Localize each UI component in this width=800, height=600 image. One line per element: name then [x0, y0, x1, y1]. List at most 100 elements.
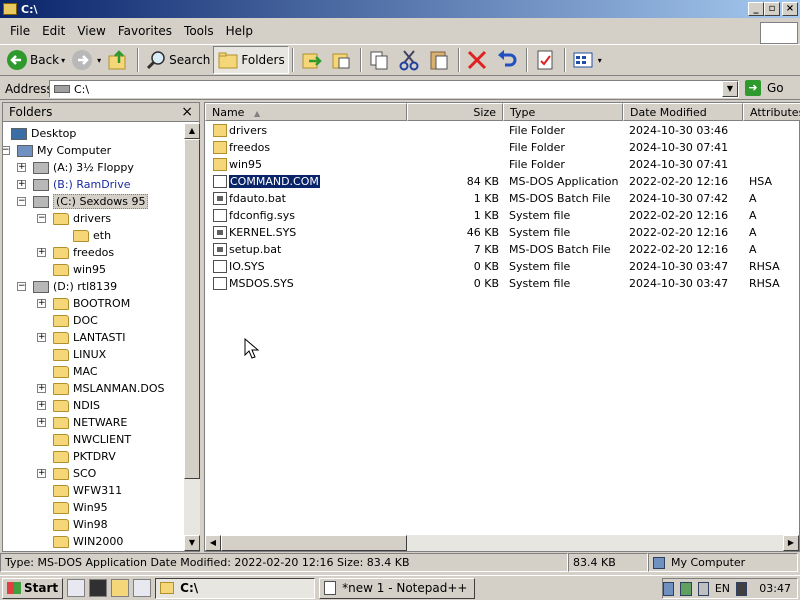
- chevron-down-icon[interactable]: ▾: [97, 56, 101, 65]
- file-row[interactable]: COMMAND.COM 84 KB MS-DOS Application 2022-0…: [207, 173, 800, 190]
- scroll-right-button[interactable]: ▶: [783, 535, 799, 551]
- tree-item[interactable]: WIN2000: [53, 533, 123, 550]
- language-indicator[interactable]: EN: [715, 582, 730, 595]
- task-notepad[interactable]: *new 1 - Notepad++: [319, 577, 476, 599]
- column-header-type[interactable]: Type: [503, 103, 623, 121]
- move-to-button[interactable]: [297, 46, 327, 74]
- paste-button[interactable]: [425, 46, 455, 74]
- undo-button[interactable]: [493, 46, 523, 74]
- tray-app-icon[interactable]: [736, 581, 748, 596]
- tree-item[interactable]: (A:) 3½ Floppy: [33, 159, 134, 176]
- column-header-size[interactable]: Size: [407, 103, 503, 121]
- menu-favorites[interactable]: Favorites: [112, 24, 178, 38]
- tree-item[interactable]: Win95: [53, 499, 108, 516]
- scroll-thumb[interactable]: [221, 535, 407, 551]
- file-row[interactable]: setup.bat 7 KB MS-DOS Batch File 2022-02-20…: [207, 241, 800, 258]
- task-explorer[interactable]: C:\: [155, 577, 316, 599]
- menu-view[interactable]: View: [71, 24, 111, 38]
- menu-tools[interactable]: Tools: [178, 24, 220, 38]
- start-button[interactable]: Start: [2, 577, 64, 599]
- chevron-down-icon[interactable]: ▾: [61, 56, 65, 65]
- expand-button[interactable]: +: [37, 469, 46, 478]
- address-dropdown-button[interactable]: ▼: [722, 81, 738, 97]
- tree-item[interactable]: DOC: [53, 312, 98, 329]
- properties-button[interactable]: [531, 46, 561, 74]
- expand-button[interactable]: +: [37, 384, 46, 393]
- expand-button[interactable]: +: [37, 248, 46, 257]
- expand-button[interactable]: +: [17, 163, 26, 172]
- delete-button[interactable]: [463, 46, 493, 74]
- tree-item[interactable]: NETWARE: [53, 414, 127, 431]
- close-button[interactable]: ×: [782, 2, 798, 16]
- tree-item[interactable]: win95: [53, 261, 106, 278]
- tree-item[interactable]: PKTDRV: [53, 448, 116, 465]
- forward-button[interactable]: ▾: [68, 46, 104, 74]
- tree-item[interactable]: Desktop: [11, 125, 76, 142]
- file-row[interactable]: IO.SYS 0 KB System file 2024-10-30 03:47 RHS…: [207, 258, 800, 275]
- collapse-button[interactable]: −: [3, 146, 10, 155]
- copy-button[interactable]: [365, 46, 395, 74]
- file-row[interactable]: MSDOS.SYS 0 KB System file 2024-10-30 03:47…: [207, 275, 800, 292]
- minimize-button[interactable]: _: [748, 2, 764, 16]
- file-row[interactable]: fdconfig.sys 1 KB System file 2022-02-20 12…: [207, 207, 800, 224]
- tree-item[interactable]: MSLANMAN.DOS: [53, 380, 164, 397]
- column-header-name[interactable]: Name ▲: [205, 103, 407, 121]
- expand-button[interactable]: +: [37, 418, 46, 427]
- file-row[interactable]: fdauto.bat 1 KB MS-DOS Batch File 2024-10-3…: [207, 190, 800, 207]
- tree-item[interactable]: drivers: [53, 210, 111, 227]
- menu-help[interactable]: Help: [220, 24, 259, 38]
- file-row[interactable]: drivers File Folder 2024-10-30 03:46: [207, 122, 800, 139]
- tree-item[interactable]: SCO: [53, 465, 96, 482]
- collapse-button[interactable]: −: [37, 214, 46, 223]
- go-button[interactable]: ➜ Go: [745, 80, 784, 96]
- tree-item[interactable]: NDIS: [53, 397, 100, 414]
- views-button[interactable]: ▾: [569, 46, 605, 74]
- tree-item[interactable]: WFW311: [53, 482, 122, 499]
- drive-icon[interactable]: [697, 581, 709, 596]
- scroll-left-button[interactable]: ◀: [205, 535, 221, 551]
- file-row[interactable]: win95 File Folder 2024-10-30 07:41: [207, 156, 800, 173]
- tree-item[interactable]: (C:) Sexdows 95: [33, 193, 149, 210]
- folders-scrollbar[interactable]: ▲ ▼: [184, 123, 200, 551]
- up-folder-button[interactable]: [104, 46, 134, 74]
- chevron-down-icon[interactable]: ▾: [598, 56, 602, 65]
- tree-item[interactable]: (B:) RamDrive: [33, 176, 131, 193]
- close-icon[interactable]: ×: [181, 104, 193, 120]
- browser-icon[interactable]: [67, 579, 86, 597]
- expand-button[interactable]: +: [37, 299, 46, 308]
- tree-item[interactable]: (D:) rtl8139: [33, 278, 117, 295]
- restore-button[interactable]: ▫: [764, 2, 780, 16]
- tree-item[interactable]: NWCLIENT: [53, 431, 131, 448]
- address-input[interactable]: C:\ ▼: [49, 80, 739, 98]
- copy-to-button[interactable]: [327, 46, 357, 74]
- expand-button[interactable]: +: [17, 180, 26, 189]
- tray-tool-icon[interactable]: [680, 581, 692, 596]
- menu-file[interactable]: File: [4, 24, 36, 38]
- tree-item[interactable]: My Computer: [17, 142, 111, 159]
- column-header-attributes[interactable]: Attributes: [743, 103, 800, 121]
- collapse-button[interactable]: −: [17, 282, 26, 291]
- desktop-icon[interactable]: [133, 579, 152, 597]
- search-button[interactable]: Search: [142, 46, 213, 74]
- scroll-thumb[interactable]: [184, 139, 200, 479]
- network-icon[interactable]: [662, 581, 675, 596]
- scroll-up-button[interactable]: ▲: [184, 123, 200, 139]
- file-row[interactable]: freedos File Folder 2024-10-30 07:41: [207, 139, 800, 156]
- tree-item[interactable]: LINUX: [53, 346, 106, 363]
- expand-button[interactable]: +: [37, 401, 46, 410]
- scroll-down-button[interactable]: ▼: [184, 535, 200, 551]
- menu-edit[interactable]: Edit: [36, 24, 71, 38]
- file-row[interactable]: KERNEL.SYS 46 KB System file 2022-02-20 12:…: [207, 224, 800, 241]
- expand-button[interactable]: +: [37, 333, 46, 342]
- tree-item[interactable]: MAC: [53, 363, 98, 380]
- cut-button[interactable]: [395, 46, 425, 74]
- back-button[interactable]: Back ▾: [3, 46, 68, 74]
- collapse-button[interactable]: −: [17, 197, 26, 206]
- tree-item[interactable]: eth: [73, 227, 111, 244]
- column-header-date-modified[interactable]: Date Modified: [623, 103, 743, 121]
- tree-item[interactable]: freedos: [53, 244, 114, 261]
- tree-item[interactable]: LANTASTI: [53, 329, 125, 346]
- folders-button[interactable]: Folders: [213, 46, 289, 74]
- tree-item[interactable]: BOOTROM: [53, 295, 130, 312]
- tree-item[interactable]: Win98: [53, 516, 108, 533]
